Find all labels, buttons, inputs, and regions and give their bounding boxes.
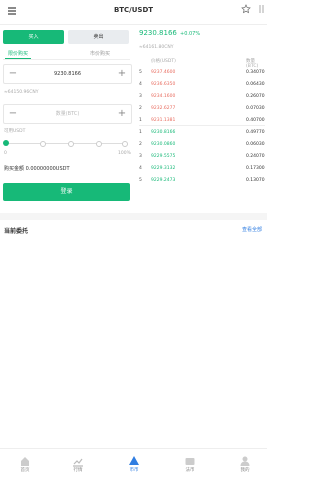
orderbook-row[interactable]: 5 9229.2473 0.13070: [139, 176, 265, 186]
orderbook-amount: 0.06430: [246, 82, 265, 87]
price-change: +0.07%: [180, 31, 201, 37]
orderbook-index: 1: [139, 130, 142, 135]
chart-icon: [72, 452, 84, 467]
current-orders-title: 当前委托: [4, 228, 29, 235]
last-price: 9230.8166: [139, 29, 177, 37]
orderbook-amount: 0.24070: [246, 154, 265, 159]
nav-label: 我的: [240, 468, 250, 473]
orderbook-price: 9232.6277: [151, 106, 176, 111]
slider-handle[interactable]: [3, 140, 9, 146]
orderbook-amount: 0.34070: [246, 70, 265, 75]
orderbook-index: 5: [139, 70, 142, 75]
user-icon: [239, 452, 251, 466]
order-total: 购买金额 0.00000000USDT: [4, 166, 70, 172]
orderbook-amount: 0.49770: [246, 130, 265, 135]
orderbook-index: 3: [139, 154, 142, 159]
trade-icon: [128, 452, 140, 465]
home-icon: [19, 452, 31, 466]
orderbook-row[interactable]: 4 9236.6350 0.06430: [139, 80, 265, 90]
orderbook-row[interactable]: 2 9230.0860 0.06030: [139, 140, 265, 150]
amount-decrease-button[interactable]: −: [7, 105, 19, 123]
star-icon[interactable]: [241, 4, 251, 17]
price-decrease-button[interactable]: −: [7, 65, 19, 83]
slider-step[interactable]: [40, 141, 46, 147]
nav-market[interactable]: 行情: [58, 452, 98, 473]
share-icon[interactable]: [258, 4, 266, 17]
orderbook-amount: 0.17300: [246, 166, 265, 171]
tab-buy[interactable]: 买入: [3, 30, 64, 44]
wallet-icon: [184, 452, 196, 465]
divider: [139, 125, 265, 126]
last-price-cny: ≈64161.80CNY: [139, 45, 174, 50]
amount-stepper: − 数量(BTC) +: [3, 104, 132, 124]
orderbook-row[interactable]: 5 9237.4600 0.34070: [139, 68, 265, 78]
amount-increase-button[interactable]: +: [116, 105, 128, 123]
orderbook-index: 4: [139, 166, 142, 171]
orderbook-amount: 0.06030: [246, 142, 265, 147]
price-stepper: − 9230.8166 +: [3, 64, 132, 84]
orderbook-price: 9231.1381: [151, 118, 176, 123]
nav-label: 法币: [185, 468, 195, 473]
orderbook-index: 5: [139, 178, 142, 183]
slider-step[interactable]: [122, 141, 128, 147]
price-input[interactable]: 9230.8166: [22, 65, 113, 83]
amount-slider[interactable]: [6, 143, 125, 144]
nav-home[interactable]: 首页: [5, 452, 45, 473]
section-separator: [0, 213, 267, 220]
nav-label: 行情: [73, 468, 83, 473]
divider: [3, 59, 130, 60]
orderbook-price: 9234.1600: [151, 94, 176, 99]
slider-min-label: 0: [4, 151, 7, 156]
orderbook-index: 2: [139, 106, 142, 111]
orderbook-price: 9229.5575: [151, 154, 176, 159]
orderbook-row[interactable]: 3 9234.1600 0.26070: [139, 92, 265, 102]
orderbook-row[interactable]: 4 9229.3132 0.17300: [139, 164, 265, 174]
orderbook-price: 9230.0860: [151, 142, 176, 147]
login-button[interactable]: 登录: [3, 183, 130, 201]
slider-step[interactable]: [68, 141, 74, 147]
orderbook-amount: 0.13070: [246, 178, 265, 183]
orderbook-amount: 0.26070: [246, 94, 265, 99]
orderbook-price: 9230.8166: [151, 130, 176, 135]
tab-market-order[interactable]: 市价购买: [80, 50, 120, 57]
orderbook-price: 9236.6350: [151, 82, 176, 87]
orderbook-index: 4: [139, 82, 142, 87]
orderbook-index: 3: [139, 94, 142, 99]
amount-input[interactable]: 数量(BTC): [22, 105, 113, 123]
orderbook-index: 1: [139, 118, 142, 123]
orderbook-price: 9229.2473: [151, 178, 176, 183]
orderbook-row[interactable]: 2 9232.6277 0.07030: [139, 104, 265, 114]
available-balance: 可用USDT: [4, 129, 26, 134]
top-bar: BTC/USDT: [0, 0, 267, 25]
tab-limit-order[interactable]: 限价购买: [5, 50, 31, 57]
view-all-link[interactable]: 查看全部: [242, 226, 262, 233]
orderbook-row[interactable]: 3 9229.5575 0.24070: [139, 152, 265, 162]
slider-max-label: 100%: [118, 151, 131, 156]
tab-sell[interactable]: 卖出: [68, 30, 129, 44]
orderbook-price-header: 价格(USDT): [151, 59, 176, 64]
page-title: BTC/USDT: [113, 6, 154, 14]
orderbook-amount: 0.07030: [246, 106, 265, 111]
nav-fiat[interactable]: 法币: [170, 452, 210, 473]
slider-step[interactable]: [96, 141, 102, 147]
nav-profile[interactable]: 我的: [225, 452, 265, 473]
orderbook-amount: 0.40700: [246, 118, 265, 123]
nav-label: 币币: [129, 468, 139, 473]
orderbook-price: 9237.4600: [151, 70, 176, 75]
nav-label: 首页: [20, 468, 30, 473]
price-increase-button[interactable]: +: [116, 65, 128, 83]
price-cny: ≈64150.96CNY: [4, 90, 39, 95]
orderbook-row[interactable]: 1 9230.8166 0.49770: [139, 128, 265, 138]
orderbook-index: 2: [139, 142, 142, 147]
orderbook-price: 9229.3132: [151, 166, 176, 171]
nav-trade[interactable]: 币币: [114, 452, 154, 473]
